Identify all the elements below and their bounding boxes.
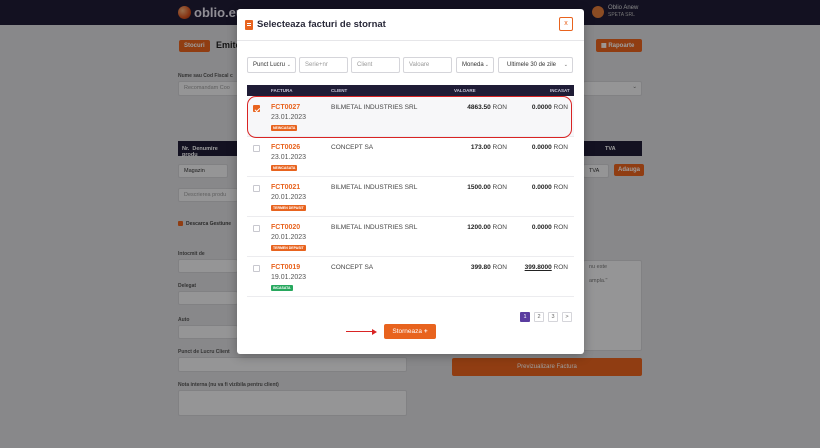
period-select[interactable]: Ultimele 30 de zile ⌄ [498,57,573,73]
table-row[interactable]: FCT0021 20.01.2023 TERMEN DEPASIT BILMET… [247,177,574,217]
col-factura: FACTURA [271,88,293,93]
invoice-value: 399.80 RON [471,264,507,271]
status-badge: TERMEN DEPASIT [271,205,306,211]
invoice-client: CONCEPT SA [331,264,374,271]
invoice-value: 1500.00 RON [467,184,507,191]
document-icon [245,20,253,30]
paid-amount: 399.8000 [524,264,552,271]
paid-amount: 0.0000 [531,184,552,191]
table-row[interactable]: FCT0026 23.01.2023 NEINCASATA CONCEPT SA… [247,137,574,177]
value-currency: RON [492,184,507,191]
row-checkbox[interactable] [253,185,260,192]
value-amount: 173.00 [470,144,491,151]
invoice-date: 19.01.2023 [271,274,307,281]
page-3-button[interactable]: 3 [548,312,558,322]
storneaza-button[interactable]: Storneaza + [384,324,436,339]
client-filter-input[interactable]: Client [351,57,400,73]
col-incasat: INCASAT [550,88,570,93]
value-amount: 399.80 [470,264,491,271]
chevron-down-icon: ⌄ [286,62,291,68]
invoice-table-header: FACTURA CLIENT VALOARE INCASAT [247,85,574,96]
value-currency: RON [492,264,507,271]
valoare-filter-input[interactable]: Valoare [403,57,452,73]
invoice-client: BILMETAL INDUSTRIES SRL [331,184,418,191]
invoice-number[interactable]: FCT0019 [271,264,300,271]
table-row[interactable]: FCT0020 20.01.2023 TERMEN DEPASIT BILMET… [247,217,574,257]
invoice-number[interactable]: FCT0026 [271,144,300,151]
invoice-paid: 0.0000 RON [532,144,568,151]
invoice-value: 173.00 RON [471,144,507,151]
invoice-date: 20.01.2023 [271,234,307,241]
punct-lucru-value: Punct Lucru [253,62,286,68]
annotation-arrow-line [346,331,374,333]
invoice-paid: 399.8000 RON [525,264,568,271]
next-page-button[interactable]: > [562,312,572,322]
paid-currency: RON [553,224,568,231]
paid-currency: RON [553,184,568,191]
value-currency: RON [492,224,507,231]
page-1-button[interactable]: 1 [520,312,530,322]
paid-currency: RON [553,144,568,151]
row-checkbox[interactable] [253,145,260,152]
moneda-value: Moneda [462,62,484,68]
table-row[interactable]: FCT0019 19.01.2023 INCASATA CONCEPT SA 3… [247,257,574,297]
invoice-date: 20.01.2023 [271,194,307,201]
value-amount: 1200.00 [467,224,491,231]
page-2-button[interactable]: 2 [534,312,544,322]
invoice-client: BILMETAL INDUSTRIES SRL [331,224,418,231]
invoice-client: CONCEPT SA [331,144,374,151]
storno-invoice-modal: Selecteaza facturi de stornat x Punct Lu… [237,9,584,354]
invoice-date: 23.01.2023 [271,154,307,161]
paid-amount: 0.0000 [531,224,552,231]
status-badge: INCASATA [271,285,293,291]
value-currency: RON [492,144,507,151]
paid-currency: RON [553,264,568,271]
invoice-paid: 0.0000 RON [532,224,568,231]
row-checkbox[interactable] [253,265,260,272]
punct-lucru-select[interactable]: Punct Lucru ⌄ [247,57,296,73]
selected-row-highlight [247,96,572,138]
storneaza-label: Storneaza [392,328,423,335]
status-badge: TERMEN DEPASIT [271,245,306,251]
status-badge: NEINCASATA [271,165,298,171]
modal-title: Selecteaza facturi de stornat [257,19,386,30]
col-valoare: VALOARE [454,88,476,93]
period-value: Ultimele 30 de zile [507,62,557,68]
row-checkbox[interactable] [253,225,260,232]
chevron-down-icon: ⌄ [563,62,568,68]
invoice-value: 1200.00 RON [467,224,507,231]
plus-icon: + [423,328,428,335]
moneda-select[interactable]: Moneda ⌄ [456,57,494,73]
serie-nr-input[interactable]: Serie+nr [299,57,348,73]
modal-header: Selecteaza facturi de stornat x [237,9,584,41]
invoice-number[interactable]: FCT0021 [271,184,300,191]
paid-amount: 0.0000 [531,144,552,151]
invoice-paid: 0.0000 RON [532,184,568,191]
col-client: CLIENT [331,88,348,93]
close-button[interactable]: x [559,17,573,31]
invoice-number[interactable]: FCT0020 [271,224,300,231]
chevron-down-icon: ⌄ [484,62,489,68]
arrow-right-icon [372,328,377,335]
value-amount: 1500.00 [467,184,491,191]
